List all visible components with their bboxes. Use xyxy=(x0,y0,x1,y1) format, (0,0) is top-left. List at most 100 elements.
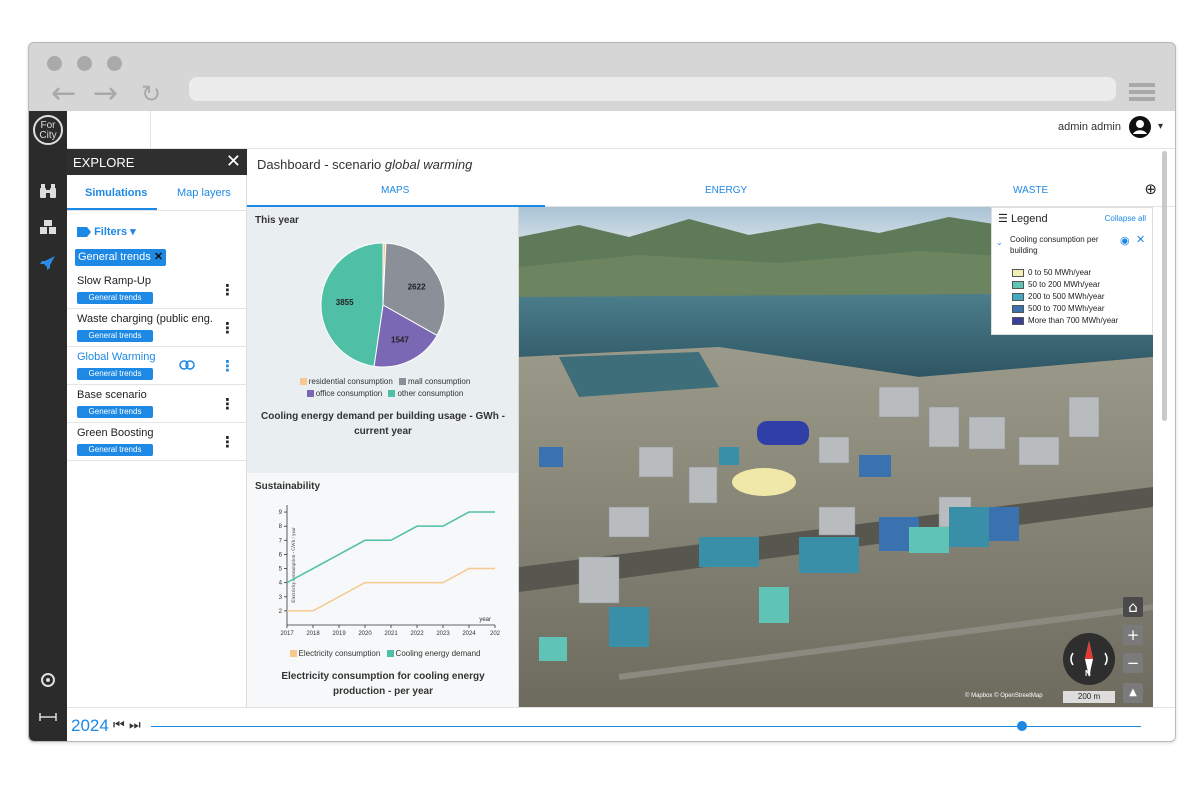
layer-chevron-icon[interactable]: ⌄ xyxy=(996,238,1003,247)
legend-label: mall consumption xyxy=(408,377,471,386)
more-options-icon[interactable]: ⋮ xyxy=(220,319,235,337)
rocket-icon[interactable] xyxy=(38,255,58,276)
legend-label: other consumption xyxy=(397,389,464,398)
simulation-name: Base scenario xyxy=(77,389,147,401)
legend-class-label: More than 700 MWh/year xyxy=(1028,316,1119,325)
window-close-dot[interactable] xyxy=(47,56,62,71)
window-maximize-dot[interactable] xyxy=(107,56,122,71)
x-tick-label: 202 xyxy=(490,631,501,637)
simulation-item-base-scenario[interactable]: Base scenario General trends ⋮ xyxy=(67,385,247,423)
back-arrow-icon[interactable]: ← xyxy=(51,79,76,109)
x-tick-label: 2019 xyxy=(332,631,346,637)
y-tick-label: 2 xyxy=(279,609,283,615)
timeline-track[interactable] xyxy=(151,726,1141,727)
cubes-icon[interactable] xyxy=(38,219,58,240)
user-name[interactable]: admin admin xyxy=(1058,121,1121,133)
zoom-in-button[interactable]: + xyxy=(1123,625,1143,645)
y-tick-label: 7 xyxy=(279,538,283,544)
panel-title: Sustainability xyxy=(255,481,321,492)
explore-close-icon[interactable]: ✕ xyxy=(226,151,241,172)
map-view[interactable]: ☰ Legend Collapse all ⌄ Cooling consumpt… xyxy=(519,207,1153,707)
window-minimize-dot[interactable] xyxy=(77,56,92,71)
simulation-item-slow-ramp-up[interactable]: Slow Ramp-Up General trends ⋮ xyxy=(67,271,247,309)
home-icon[interactable]: ⌂ xyxy=(1123,597,1143,617)
user-menu-chevron-icon[interactable]: ▾ xyxy=(1158,121,1163,132)
previous-step-icon[interactable]: ⏮ xyxy=(113,718,125,733)
legend-swatch xyxy=(1012,280,1024,289)
forward-arrow-icon[interactable]: → xyxy=(93,79,118,109)
remove-layer-icon[interactable]: ✕ xyxy=(1136,233,1145,246)
legend-class-label: 500 to 700 MWh/year xyxy=(1028,304,1105,313)
timeline-slider-handle[interactable] xyxy=(1017,721,1028,731)
active-filter-label: General trends xyxy=(78,251,151,263)
link-icon[interactable] xyxy=(179,357,195,375)
simulation-badge: General trends xyxy=(77,444,153,456)
tilt-up-icon[interactable]: ▲ xyxy=(1123,683,1143,703)
app-top-bar: admin admin ▾ xyxy=(67,111,1175,149)
x-tick-label: 2022 xyxy=(410,631,424,637)
y-tick-label: 3 xyxy=(279,595,283,601)
binoculars-icon[interactable] xyxy=(38,183,58,204)
simulation-item-global-warming[interactable]: Global Warming General trends ⋮ xyxy=(67,347,247,385)
more-options-icon[interactable]: ⋮ xyxy=(220,357,235,375)
x-tick-label: 2024 xyxy=(462,631,476,637)
url-bar[interactable] xyxy=(189,77,1116,101)
active-tab-indicator xyxy=(67,208,157,210)
x-axis-label: year xyxy=(479,617,491,623)
legend-header: ☰ Legend xyxy=(998,212,1048,225)
add-tab-icon[interactable]: ⊕ xyxy=(1144,180,1157,198)
pie-data-label: 1547 xyxy=(391,336,409,345)
tab-energy[interactable]: ENERGY xyxy=(705,185,747,196)
line-chart: 2 3 4 5 6 7 8 9 2017 2018 2019 2020 2021 2022 2023 2024… xyxy=(279,505,501,637)
compass-control[interactable]: N xyxy=(1063,633,1115,685)
top-bar-spacer xyxy=(67,111,151,149)
simulation-item-waste-charging[interactable]: Waste charging (public eng.. General tre… xyxy=(67,309,247,347)
collapse-sidebar-icon[interactable] xyxy=(38,707,58,727)
more-options-icon[interactable]: ⋮ xyxy=(220,433,235,451)
legend-swatch xyxy=(386,650,394,658)
more-options-icon[interactable]: ⋮ xyxy=(220,281,235,299)
next-step-icon[interactable]: ⏭ xyxy=(129,718,141,733)
legend-class: 200 to 500 MWh/year xyxy=(1012,292,1104,301)
tab-map-layers[interactable]: Map layers xyxy=(177,187,231,199)
visibility-eye-icon[interactable]: ◉ xyxy=(1120,234,1130,247)
timeline-bar: 2024 ⏮ ⏭ xyxy=(67,707,1175,741)
page-scrollbar[interactable] xyxy=(1159,151,1169,471)
simulation-item-green-boosting[interactable]: Green Boosting General trends ⋮ xyxy=(67,423,247,461)
explore-panel: Simulations Map layers Filters ▾ General… xyxy=(67,175,247,707)
legend-label: Cooling energy demand xyxy=(395,649,481,658)
map-scale: 200 m xyxy=(1063,691,1115,703)
sustainability-panel: Sustainability 2 3 4 5 6 7 8 9 2017 2018 2019 2020 2… xyxy=(247,473,519,707)
pie-caption: Cooling energy demand per building usage… xyxy=(261,411,505,437)
remove-filter-icon[interactable]: ✕ xyxy=(154,251,163,263)
dashboard-title: Dashboard - scenario global warming xyxy=(257,157,472,172)
legend-swatch xyxy=(1012,304,1024,313)
tab-waste[interactable]: WASTE xyxy=(1013,185,1048,196)
this-year-panel: This year 2622 1547 3855 residential consu… xyxy=(247,207,519,473)
explore-tabs: Simulations Map layers xyxy=(67,175,246,211)
reload-icon[interactable]: ↻ xyxy=(141,79,161,109)
timeline-year: 2024 xyxy=(71,716,109,735)
zoom-out-button[interactable]: − xyxy=(1123,653,1143,673)
legend-swatch xyxy=(399,378,407,386)
active-filter-chip[interactable]: General trends ✕ xyxy=(75,249,167,266)
dashboard-tabs: MAPS ENERGY WASTE ⊕ xyxy=(247,175,1175,207)
tab-simulations[interactable]: Simulations xyxy=(85,187,147,199)
more-options-icon[interactable]: ⋮ xyxy=(220,395,235,413)
legend-swatch xyxy=(1012,268,1024,277)
legend-label: Electricity consumption xyxy=(298,649,381,658)
x-tick-label: 2021 xyxy=(384,631,398,637)
simulation-badge: General trends xyxy=(77,292,153,304)
browser-menu-icon[interactable] xyxy=(1129,83,1155,104)
tab-maps[interactable]: MAPS xyxy=(381,185,409,196)
y-axis-label: Electricity consumption - GWh / year xyxy=(292,527,297,603)
chevron-down-icon: ▾ xyxy=(130,226,136,238)
filters-dropdown[interactable]: Filters ▾ xyxy=(77,225,136,238)
legend-class: 500 to 700 MWh/year xyxy=(1012,304,1104,313)
user-avatar-icon[interactable] xyxy=(1129,116,1151,138)
scrollbar-thumb[interactable] xyxy=(1162,151,1167,421)
settings-gear-icon[interactable] xyxy=(38,671,58,694)
collapse-all-link[interactable]: Collapse all xyxy=(1105,214,1146,223)
legend-swatch xyxy=(299,378,307,386)
map-attribution[interactable]: © Mapbox © OpenStreetMap xyxy=(965,693,1043,699)
